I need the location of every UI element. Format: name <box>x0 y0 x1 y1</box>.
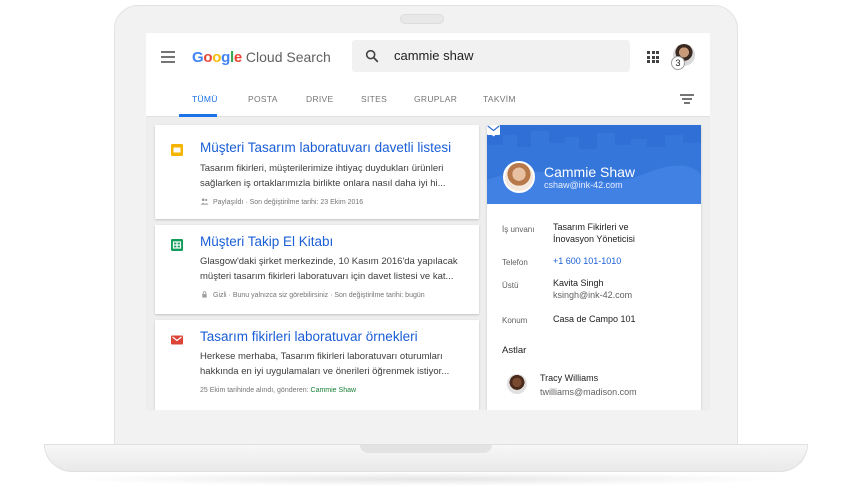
menu-icon[interactable] <box>161 51 175 63</box>
manager-label: Üstü <box>502 281 519 290</box>
lock-icon <box>202 291 207 298</box>
tab-drive[interactable]: DRIVE <box>306 94 333 104</box>
tab-sites[interactable]: SITES <box>361 94 387 104</box>
result-meta: 25 Ekim tarihinde alındı, gönderen: Camm… <box>200 387 357 394</box>
profile-avatar <box>503 161 535 193</box>
result-meta: Paylaşıldı · Son değiştirilme tarihi: 23… <box>200 198 363 206</box>
search-input[interactable]: cammie shaw <box>394 48 473 63</box>
filter-icon[interactable] <box>680 94 694 104</box>
result-card[interactable]: Müşteri Tasarım laboratuvarı davetli lis… <box>155 125 479 219</box>
result-title[interactable]: Tasarım fikirleri laboratuvar örnekleri <box>200 329 418 344</box>
job-title-value: Tasarım Fikirleri ve İnovasyon Yöneticisi <box>553 222 635 244</box>
google-wordmark: Google <box>192 49 242 66</box>
top-app-bar: Google Cloud Search cammie shaw 3 TÜMÜ PO… <box>146 33 710 117</box>
tab-groups[interactable]: GRUPLAR <box>414 94 457 104</box>
laptop-illustration: Google Cloud Search cammie shaw 3 TÜMÜ PO… <box>0 0 853 495</box>
people-card-header: Cammie Shaw cshaw@ink-42.com <box>487 125 701 204</box>
source-tabs: TÜMÜ POSTA DRIVE SITES GRUPLAR TAKVİM <box>146 86 710 117</box>
result-title[interactable]: Müşteri Takip El Kitabı <box>200 234 333 249</box>
location-label: Konum <box>502 316 528 325</box>
laptop-base-notch <box>360 445 492 453</box>
job-title-label: İş unvanı <box>502 225 535 234</box>
result-card[interactable]: Müşteri Takip El Kitabı Glasgow'daki şir… <box>155 225 479 314</box>
result-snippet: Tasarım fikirleri, müşterilerimize ihtiy… <box>200 163 446 189</box>
tab-all[interactable]: TÜMÜ <box>192 94 218 104</box>
laptop-shadow <box>60 472 792 486</box>
report-avatar[interactable] <box>507 374 527 394</box>
result-meta: Gizli · Bunu yalnızca siz görebilirsiniz… <box>200 291 425 299</box>
people-card: Cammie Shaw cshaw@ink-42.com İş unvanı T… <box>487 125 701 410</box>
result-title[interactable]: Müşteri Tasarım laboratuvarı davetli lis… <box>200 140 451 155</box>
mail-icon[interactable] <box>487 125 500 135</box>
laptop-camera <box>400 14 444 24</box>
manager-value[interactable]: Kavita Singh ksingh@ink-42.com <box>553 277 632 301</box>
result-card[interactable]: Tasarım fikirleri laboratuvar örnekleri … <box>155 320 479 410</box>
sheets-icon <box>171 239 183 251</box>
report-email[interactable]: twilliams@madison.com <box>540 387 637 397</box>
search-box[interactable]: cammie shaw <box>352 40 630 72</box>
gmail-icon <box>171 335 183 345</box>
profile-name: Cammie Shaw <box>544 164 636 180</box>
search-icon[interactable] <box>364 48 380 64</box>
slides-icon <box>171 144 183 156</box>
reports-heading: Astlar <box>502 345 527 356</box>
result-snippet: Glasgow'daki şirket merkezinde, 10 Kasım… <box>200 256 458 282</box>
report-name[interactable]: Tracy Williams <box>540 373 598 383</box>
people-icon <box>200 198 209 205</box>
result-snippet: Herkese merhaba, Tasarım fikirleri labor… <box>200 351 450 377</box>
results-list: Müşteri Tasarım laboratuvarı davetli lis… <box>155 125 479 410</box>
profile-email[interactable]: cshaw@ink-42.com <box>544 180 623 190</box>
sender-link[interactable]: Cammie Shaw <box>311 387 357 394</box>
tab-mail[interactable]: POSTA <box>248 94 278 104</box>
apps-grid-icon[interactable] <box>647 51 659 63</box>
cloud-search-screen: Google Cloud Search cammie shaw 3 TÜMÜ PO… <box>146 33 710 410</box>
phone-value[interactable]: +1 600 101-1010 <box>553 255 621 267</box>
account-count-badge: 3 <box>671 56 685 70</box>
google-cloud-search-logo[interactable]: Google Cloud Search <box>192 49 331 66</box>
product-name: Cloud Search <box>245 49 331 65</box>
tab-calendar[interactable]: TAKVİM <box>483 94 516 104</box>
location-value: Casa de Campo 101 <box>553 314 636 324</box>
phone-label: Telefon <box>502 258 528 267</box>
